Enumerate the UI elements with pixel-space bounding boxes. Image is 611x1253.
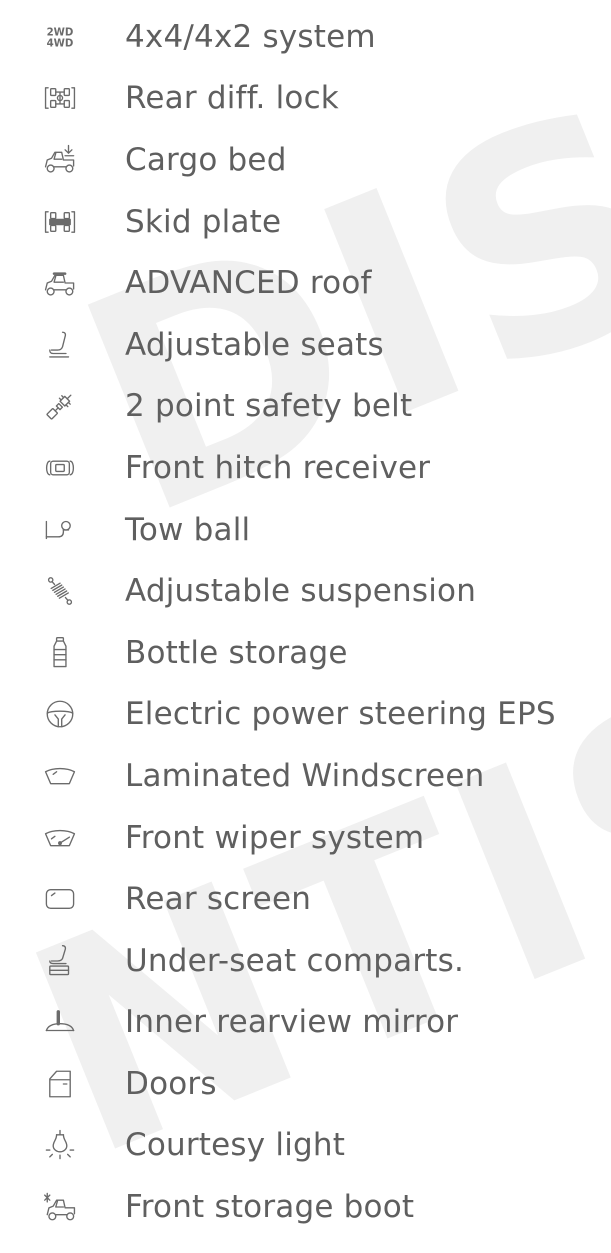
feature-item: Bottle storage <box>0 622 611 684</box>
feature-label: Laminated Windscreen <box>125 757 485 794</box>
front-storage-icon <box>40 1187 80 1227</box>
feature-item: 2 point safety belt <box>0 376 611 438</box>
feature-label: Skid plate <box>125 203 282 240</box>
feature-label: Under-seat comparts. <box>125 942 465 979</box>
feature-label: Front wiper system <box>125 819 425 856</box>
feature-item: Skid plate <box>0 191 611 253</box>
feature-label: Electric power steering EPS <box>125 696 556 733</box>
feature-item: 2WD 4WD 4x4/4x2 system <box>0 6 611 68</box>
feature-label: ADVANCED roof <box>125 265 372 302</box>
under-seat-storage-icon <box>40 941 80 981</box>
feature-label: Tow ball <box>125 511 251 548</box>
feature-label: Rear diff. lock <box>125 80 339 117</box>
feature-list: 2WD 4WD 4x4/4x2 system Rear diff. lock C… <box>0 0 611 1238</box>
wiper-icon <box>40 818 80 858</box>
mirror-icon <box>40 1002 80 1042</box>
feature-label: 2 point safety belt <box>125 388 413 425</box>
feature-item: Adjustable seats <box>0 314 611 376</box>
feature-item: Front storage boot <box>0 1176 611 1238</box>
feature-item: Rear screen <box>0 868 611 930</box>
feature-item: Doors <box>0 1053 611 1115</box>
feature-label: Cargo bed <box>125 141 287 178</box>
feature-label: Doors <box>125 1065 217 1102</box>
hitch-receiver-icon <box>40 448 80 488</box>
feature-label: Adjustable seats <box>125 326 384 363</box>
svg-text:2WD: 2WD <box>47 27 74 38</box>
skid-plate-icon <box>40 202 80 242</box>
door-icon <box>40 1064 80 1104</box>
feature-item: Laminated Windscreen <box>0 745 611 807</box>
feature-item: Adjustable suspension <box>0 560 611 622</box>
feature-item: Courtesy light <box>0 1115 611 1177</box>
roof-icon <box>40 263 80 303</box>
feature-item: Tow ball <box>0 499 611 561</box>
drive-mode-icon: 2WD 4WD <box>40 17 80 57</box>
feature-item: Electric power steering EPS <box>0 684 611 746</box>
seat-icon <box>40 325 80 365</box>
feature-item: Inner rearview mirror <box>0 992 611 1054</box>
bottle-icon <box>40 633 80 673</box>
cargo-bed-icon <box>40 140 80 180</box>
seat-belt-icon <box>40 386 80 426</box>
suspension-icon <box>40 571 80 611</box>
feature-label: 4x4/4x2 system <box>125 18 376 55</box>
feature-item: Front hitch receiver <box>0 437 611 499</box>
steering-wheel-icon <box>40 694 80 734</box>
feature-item: Under-seat comparts. <box>0 930 611 992</box>
svg-text:4WD: 4WD <box>47 38 74 49</box>
feature-item: Rear diff. lock <box>0 68 611 130</box>
rear-screen-icon <box>40 879 80 919</box>
feature-label: Adjustable suspension <box>125 573 477 610</box>
diff-lock-icon <box>40 78 80 118</box>
feature-item: Front wiper system <box>0 807 611 869</box>
feature-label: Courtesy light <box>125 1127 346 1164</box>
windscreen-icon <box>40 756 80 796</box>
feature-label: Inner rearview mirror <box>125 1004 459 1041</box>
feature-label: Bottle storage <box>125 634 348 671</box>
feature-item: ADVANCED roof <box>0 252 611 314</box>
tow-ball-icon <box>40 510 80 550</box>
courtesy-light-icon <box>40 1125 80 1165</box>
feature-item: Cargo bed <box>0 129 611 191</box>
feature-label: Rear screen <box>125 881 312 918</box>
feature-label: Front hitch receiver <box>125 449 431 486</box>
feature-label: Front storage boot <box>125 1189 415 1226</box>
